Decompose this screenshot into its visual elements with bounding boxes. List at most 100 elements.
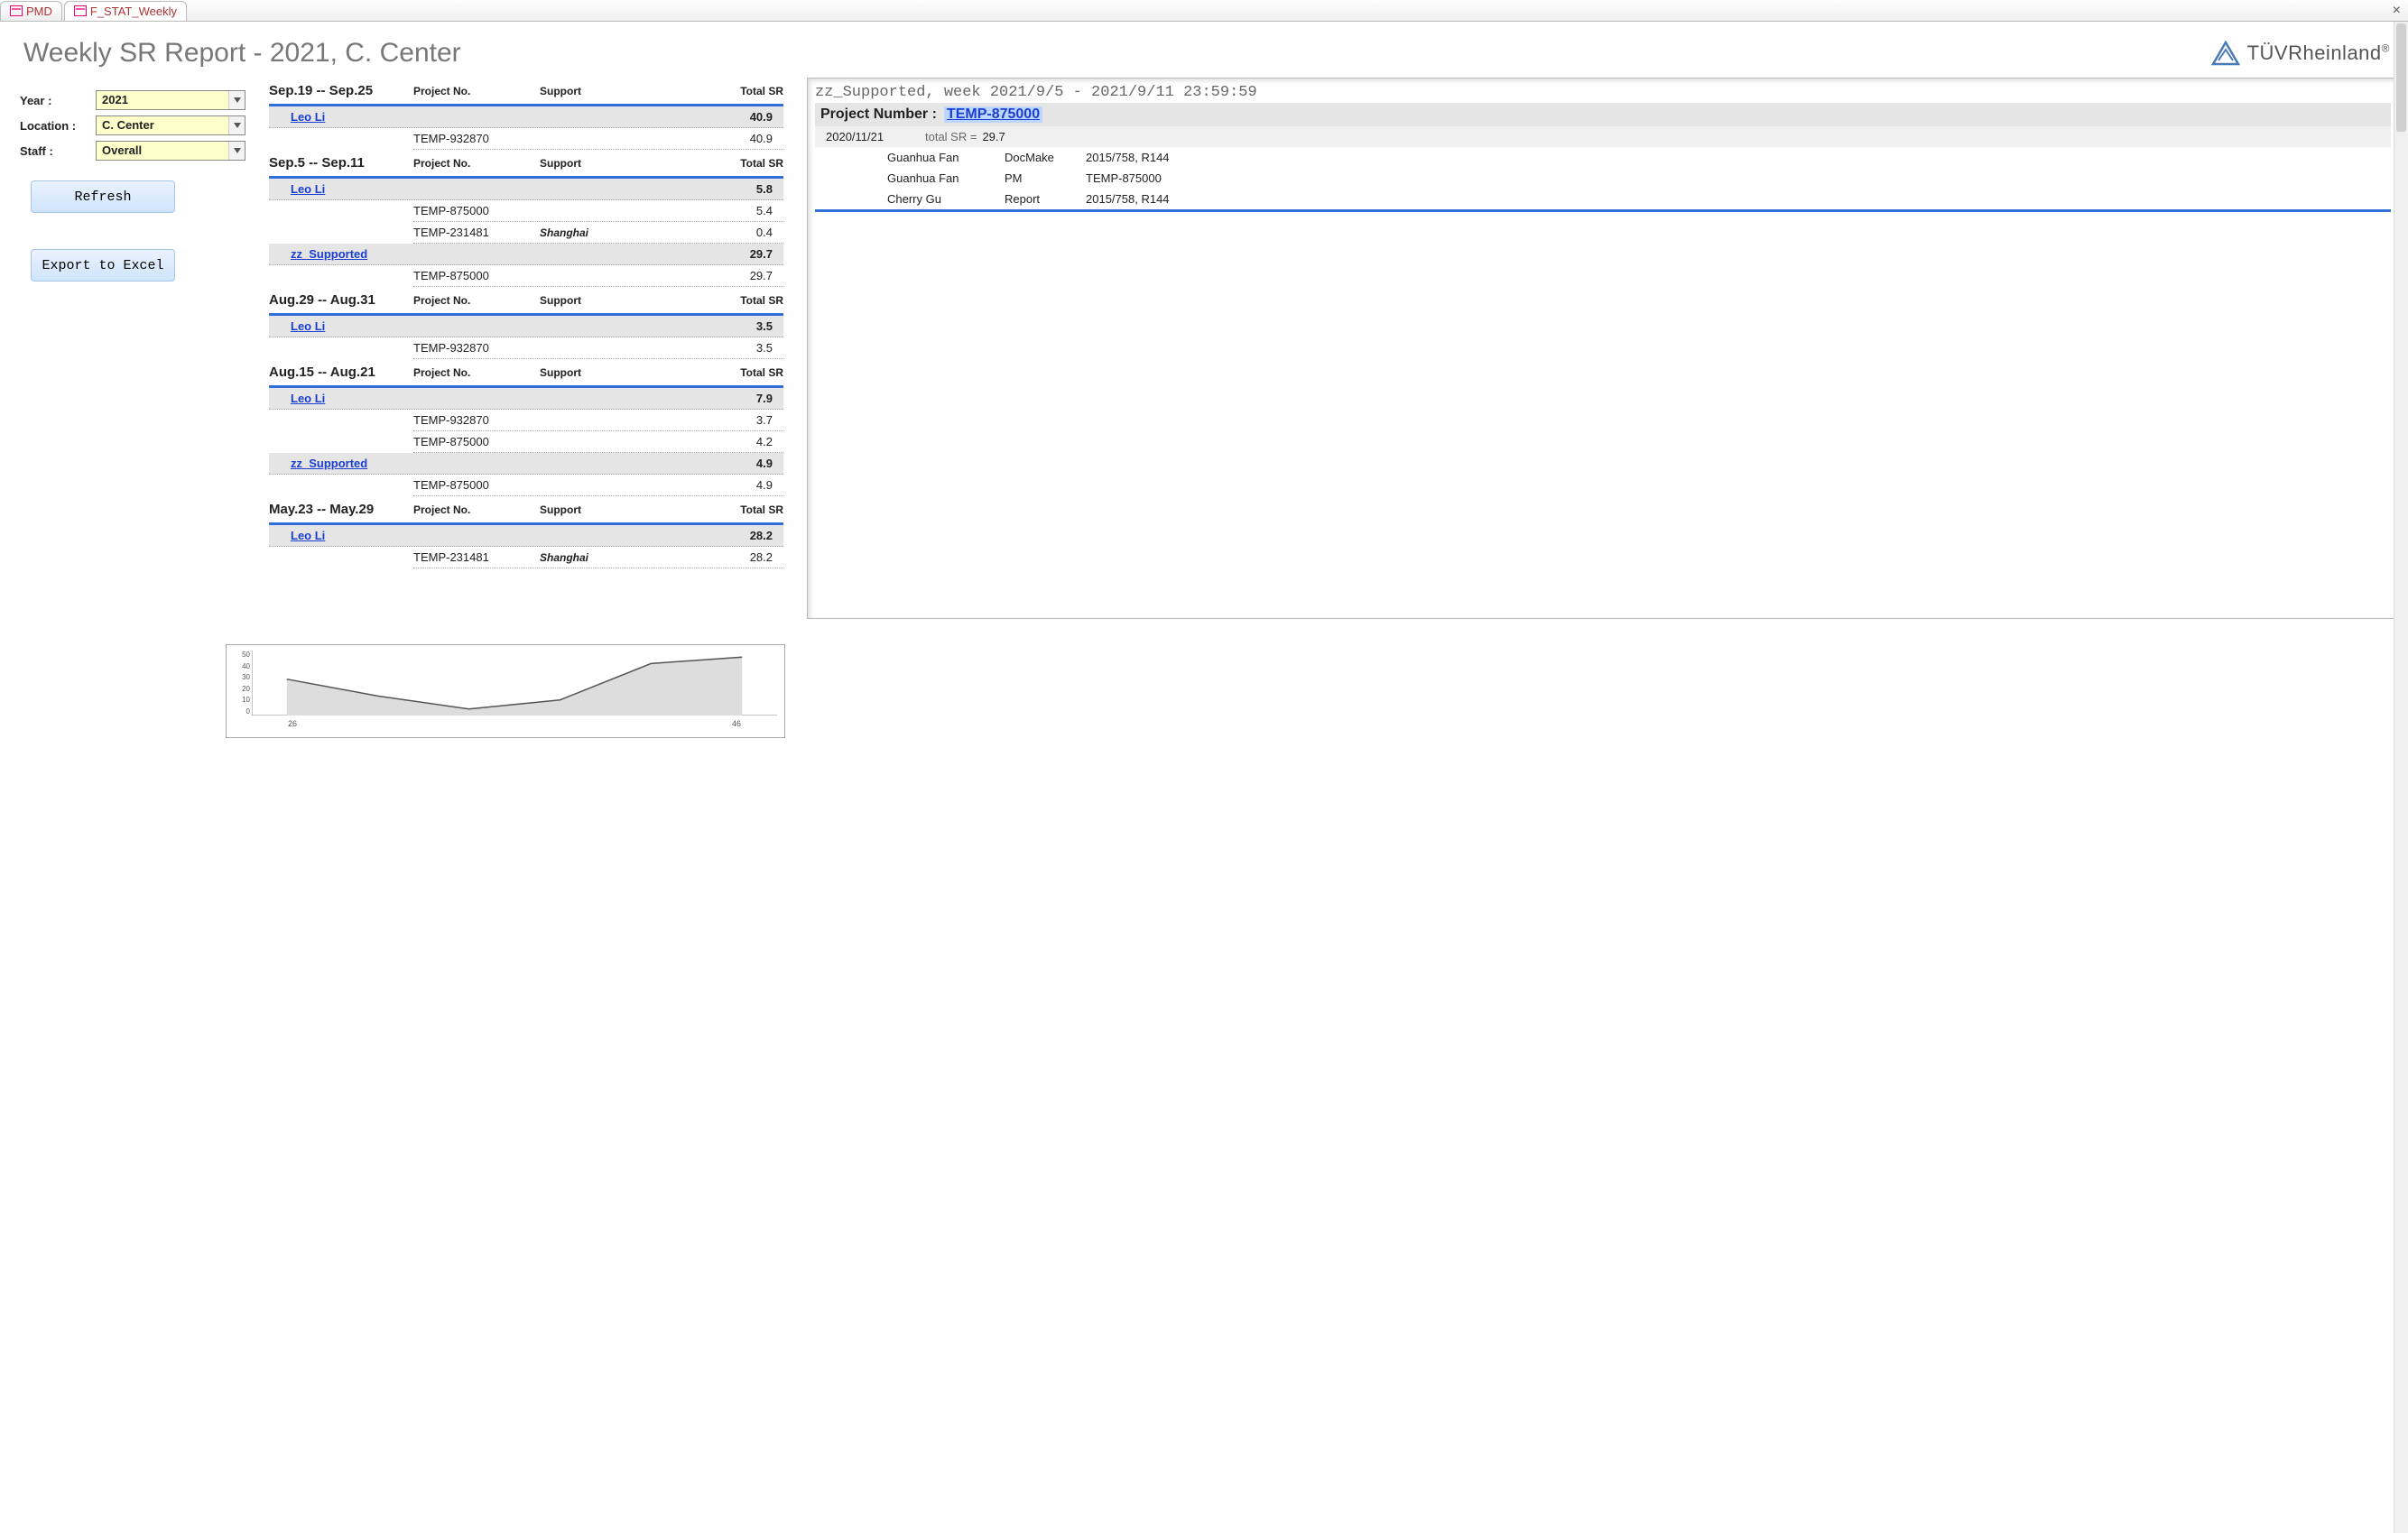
location-combo[interactable]: C. Center [96,115,245,135]
week-range: Sep.19 -- Sep.25 [269,83,413,98]
staff-link[interactable]: zz_Supported [291,457,367,470]
col-project: Project No. [413,157,540,170]
col-support: Support [540,503,648,516]
staff-combo[interactable]: Overall [96,141,245,161]
export-excel-button[interactable]: Export to Excel [31,249,175,282]
staff-row: Leo Li 5.8 [269,179,783,200]
trend-chart [252,651,777,716]
staff-total: 40.9 [750,110,778,124]
col-total: Total SR [702,503,783,516]
project-no: TEMP-932870 [413,132,540,145]
staff-row: Leo Li3.5 [269,316,783,337]
project-number-link[interactable]: TEMP-875000 [944,106,1042,123]
detail-row: TEMP-231481 Shanghai 28.2 [413,547,783,568]
col-support: Support [540,294,648,307]
tab-fstat-weekly[interactable]: F_STAT_Weekly [64,1,187,21]
project-no: TEMP-932870 [413,341,540,355]
staff-row: Leo Li 40.9 [269,106,783,128]
row-total: 5.4 [756,204,778,217]
staff-label: Staff : [20,144,96,158]
project-no: TEMP-875000 [413,204,540,217]
row-total: 40.9 [750,132,778,145]
staff-link[interactable]: Leo Li [291,319,325,333]
week-range: Aug.15 -- Aug.21 [269,365,413,380]
staff-row: zz_Supported 4.9 [269,453,783,475]
detail-row: TEMP-875000 4.2 [413,431,783,453]
row-total: 0.4 [756,226,778,239]
col-total: Total SR [702,85,783,97]
activity-row: Cherry Gu Report 2015/758, R144 [815,189,2391,209]
col-total: Total SR [702,157,783,170]
row-total: 4.9 [756,478,778,492]
activity-who: Guanhua Fan [887,171,1005,185]
combo-value: C. Center [97,116,228,134]
row-total: 3.5 [756,341,778,355]
row-total: 29.7 [750,269,778,282]
triangle-icon [2211,41,2240,66]
row-total: 4.2 [756,435,778,448]
report-list: Sep.19 -- Sep.25 Project No. Support Tot… [269,78,783,568]
location-label: Location : [20,119,96,133]
staff-row: zz_Supported29.7 [269,244,783,265]
filter-panel: Year : 2021 Location : C. Center Staff :… [20,78,245,282]
project-number-row: Project Number : TEMP-875000 [815,103,2391,126]
staff-link[interactable]: Leo Li [291,392,325,405]
activity-what: DocMake [1005,151,1086,164]
support-loc: Shanghai [540,226,648,239]
tab-label: F_STAT_Weekly [90,5,177,18]
tab-pmd[interactable]: PMD [0,1,62,21]
chart-y-axis: 50403020100 [232,651,250,716]
staff-link[interactable]: Leo Li [291,110,325,124]
refresh-button[interactable]: Refresh [31,180,175,213]
col-support: Support [540,157,648,170]
col-total: Total SR [702,366,783,379]
detail-row: TEMP-875000 29.7 [413,265,783,287]
col-project: Project No. [413,85,540,97]
tab-label: PMD [26,5,52,18]
year-combo[interactable]: 2021 [96,90,245,110]
staff-link[interactable]: Leo Li [291,529,325,542]
project-no: TEMP-875000 [413,478,540,492]
col-project: Project No. [413,366,540,379]
week-range: Sep.5 -- Sep.11 [269,155,413,171]
brand-text: TÜVRheinland [2247,42,2382,64]
scrollbar-thumb[interactable] [2396,23,2406,132]
week-range: Aug.29 -- Aug.31 [269,292,413,308]
activity-who: Guanhua Fan [887,151,1005,164]
activity-ref: 2015/758, R144 [1086,192,2385,206]
detail-row: TEMP-932870 40.9 [413,128,783,150]
activity-row: Guanhua Fan DocMake 2015/758, R144 [815,147,2391,168]
detail-panel: zz_Supported, week 2021/9/5 - 2021/9/11 … [807,78,2399,619]
staff-total: 4.9 [756,457,778,470]
staff-link[interactable]: zz_Supported [291,247,367,261]
form-icon [10,5,23,16]
staff-total: 5.8 [756,182,778,196]
row-total: 28.2 [750,550,778,564]
chart-panel: 50403020100 2646 [226,644,785,738]
staff-link[interactable]: Leo Li [291,182,325,196]
summary-label: total SR = [925,130,977,143]
project-no: TEMP-932870 [413,413,540,427]
staff-row: Leo Li28.2 [269,525,783,547]
support-loc: Shanghai [540,551,648,564]
divider [815,209,2391,212]
detail-row: TEMP-875000 4.9 [413,475,783,496]
detail-row: TEMP-932870 3.7 [413,410,783,431]
activity-ref: TEMP-875000 [1086,171,2385,185]
project-no: TEMP-231481 [413,226,540,239]
chevron-down-icon [228,91,245,109]
close-icon[interactable]: × [2393,3,2401,19]
brand-logo: TÜVRheinland® [2211,41,2390,66]
summary-value: 29.7 [982,130,1005,143]
activity-what: PM [1005,171,1086,185]
activity-row: Guanhua Fan PM TEMP-875000 [815,168,2391,189]
vertical-scrollbar[interactable] [2394,22,2408,1533]
summary-row: 2020/11/21 total SR = 29.7 [815,126,2391,147]
detail-row: TEMP-932870 3.5 [413,337,783,359]
detail-title: zz_Supported, week 2021/9/5 - 2021/9/11 … [815,84,2391,101]
project-no: TEMP-875000 [413,269,540,282]
tab-bar: PMD F_STAT_Weekly × [0,0,2408,22]
combo-value: 2021 [97,91,228,109]
year-label: Year : [20,94,96,107]
detail-row: TEMP-231481 Shanghai 0.4 [413,222,783,244]
